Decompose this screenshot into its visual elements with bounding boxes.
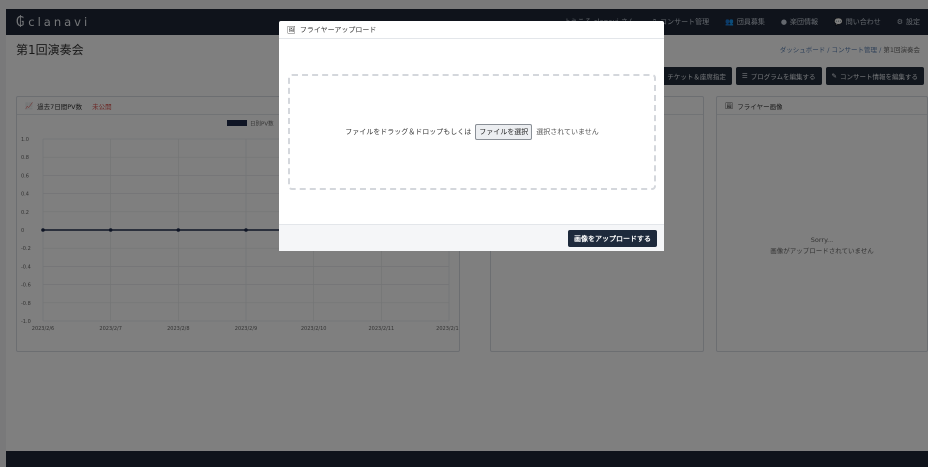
file-dropzone[interactable]: ファイルをドラッグ＆ドロップもしくは ファイルを選択 選択されていません bbox=[288, 74, 656, 190]
modal-header: 🖼 フライヤーアップロード bbox=[279, 21, 664, 39]
flyer-upload-modal: 🖼 フライヤーアップロード ファイルをドラッグ＆ドロップもしくは ファイルを選択… bbox=[279, 21, 664, 251]
modal-footer: 画像をアップロードする bbox=[279, 224, 664, 251]
modal-title: フライヤーアップロード bbox=[299, 25, 377, 34]
upload-image-button[interactable]: 画像をアップロードする bbox=[568, 230, 657, 247]
drop-instruction: ファイルをドラッグ＆ドロップもしくは bbox=[345, 128, 472, 136]
choose-file-button[interactable]: ファイルを選択 bbox=[475, 124, 533, 140]
image-icon: 🖼 bbox=[287, 25, 296, 34]
file-status: 選択されていません bbox=[536, 128, 599, 136]
